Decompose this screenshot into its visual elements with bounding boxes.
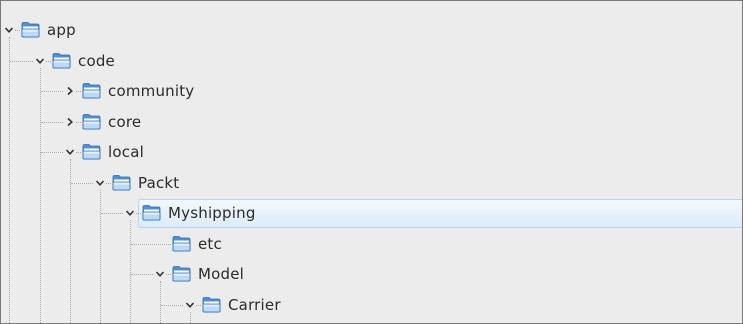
folder-icon	[82, 82, 101, 99]
folder-icon	[172, 265, 191, 282]
chevron-down-icon[interactable]	[3, 20, 15, 40]
tree-node-label: Myshipping	[168, 204, 256, 222]
folder-icon	[82, 143, 101, 160]
tree-connector-line	[46, 60, 51, 62]
tree-node-label: core	[108, 112, 142, 131]
tree-connector-line	[76, 91, 81, 92]
tree-node-label: Packt	[138, 173, 180, 192]
tree-connector-line	[166, 274, 171, 275]
chevron-down-icon[interactable]	[154, 264, 166, 284]
tree-node-label: code	[78, 51, 115, 70]
tree-row-code[interactable]: code	[1, 46, 742, 76]
folder-tree: app code community core local Packt Myshipping…	[1, 1, 742, 323]
folder-icon	[112, 174, 131, 191]
tree-connector-line	[101, 213, 123, 214]
tree-connector-line	[76, 121, 81, 123]
folder-icon	[21, 21, 40, 38]
folder-icon	[142, 204, 161, 221]
tree-connector-line	[71, 182, 93, 184]
chevron-down-icon[interactable]	[124, 203, 136, 223]
chevron-down-icon[interactable]	[184, 295, 196, 315]
folder-icon	[52, 52, 71, 69]
tree-connector-line	[136, 213, 141, 214]
tree-connector-line	[10, 60, 33, 62]
chevron-down-icon[interactable]	[94, 173, 106, 193]
tree-connector-line	[41, 121, 63, 123]
folder-icon	[202, 296, 221, 313]
tree-connector-line	[41, 91, 63, 92]
tree-row-community[interactable]: community	[1, 76, 742, 106]
tree-connector-line	[41, 152, 63, 153]
tree-connector-line	[196, 304, 201, 306]
folder-icon	[82, 113, 101, 130]
tree-row-etc[interactable]: etc	[1, 229, 742, 259]
tree-connector-line	[131, 274, 153, 275]
file-tree-panel: app code community core local Packt Myshipping…	[0, 0, 743, 324]
tree-connector-line	[131, 243, 171, 245]
tree-row-model[interactable]: Model	[1, 259, 742, 289]
tree-row-core[interactable]: core	[1, 107, 742, 137]
tree-row-myshipping[interactable]: Myshipping	[1, 198, 742, 228]
tree-connector-line	[106, 182, 111, 184]
chevron-right-icon[interactable]	[64, 81, 76, 101]
tree-connector-line	[15, 30, 20, 31]
tree-row-local[interactable]: local	[1, 137, 742, 167]
folder-icon	[172, 235, 191, 252]
chevron-down-icon[interactable]	[34, 51, 46, 71]
tree-row-carrier[interactable]: Carrier	[1, 290, 742, 320]
tree-node-label: local	[108, 143, 144, 161]
chevron-down-icon[interactable]	[64, 142, 76, 162]
tree-connector-line	[161, 304, 183, 306]
tree-node-label: Carrier	[228, 295, 281, 314]
tree-node-label: community	[108, 82, 195, 100]
chevron-right-icon[interactable]	[64, 112, 76, 132]
tree-connector-line	[76, 152, 81, 153]
tree-row-app[interactable]: app	[1, 15, 742, 45]
tree-node-label: Model	[198, 265, 245, 283]
tree-node-label: etc	[198, 234, 222, 253]
tree-node-label: app	[47, 21, 76, 39]
tree-row-packt[interactable]: Packt	[1, 168, 742, 198]
